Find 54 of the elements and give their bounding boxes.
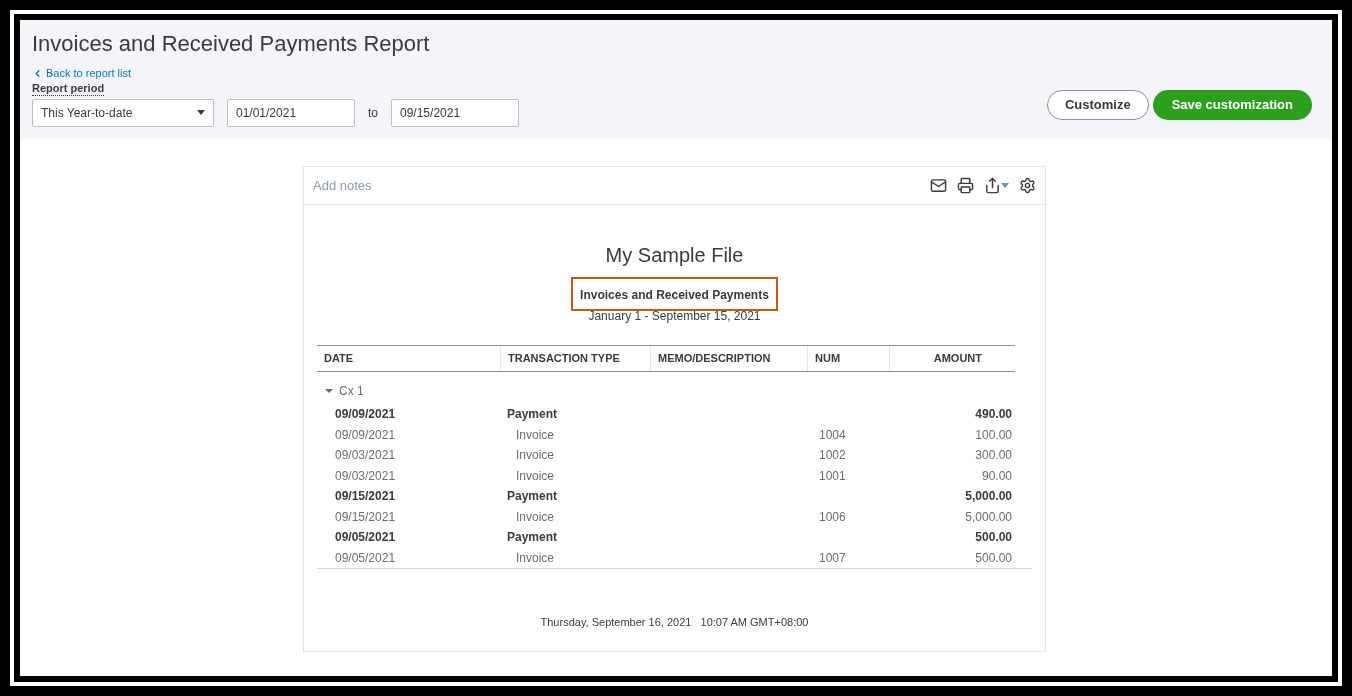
amount-cell-text: 90.00 <box>980 467 1012 485</box>
to-label: to <box>368 104 378 122</box>
group-name: Cx 1 <box>339 383 364 400</box>
amount-cell-text: 5,000.00 <box>964 488 1012 506</box>
report-footer-timestamp: Thursday, September 16, 2021 10:07 AM GMT+08:00 <box>539 615 810 630</box>
date-cell-text: 09/09/2021 <box>334 406 397 424</box>
type-cell-text: Invoice <box>515 508 556 526</box>
amount-cell-text: 490.00 <box>974 406 1012 424</box>
num-cell-text: 1007 <box>818 549 847 567</box>
date-cell-text: 09/15/2021 <box>334 508 397 526</box>
column-header: NUM <box>807 346 889 371</box>
report-title: Invoices and Received Payments <box>580 288 769 302</box>
print-icon[interactable] <box>957 177 974 194</box>
amount-cell-text: 500.00 <box>974 549 1012 567</box>
column-header: DATE <box>323 351 355 367</box>
date-cell-text: 09/03/2021 <box>334 467 397 485</box>
back-link[interactable]: Back to report list <box>32 65 519 82</box>
column-header: TRANSACTION TYPE <box>500 346 650 371</box>
collapse-caret-icon[interactable] <box>325 389 333 393</box>
date-cell-text: 09/03/2021 <box>334 447 397 465</box>
export-icon[interactable] <box>984 177 1009 194</box>
date-cell-text: 09/05/2021 <box>334 529 397 547</box>
type-cell-text: Invoice <box>515 447 556 465</box>
type-cell-text: Payment <box>506 488 559 506</box>
end-date-field[interactable]: 09/15/2021 <box>391 98 519 127</box>
amount-cell-text: 500.00 <box>974 529 1012 547</box>
page-title: Invoices and Received Payments Report <box>32 30 431 58</box>
num-cell-text: 1004 <box>818 426 847 444</box>
amount-cell-text: 5,000.00 <box>964 508 1012 526</box>
date-range: January 1 - September 15, 2021 <box>588 308 761 325</box>
email-icon[interactable] <box>930 177 947 194</box>
type-cell-text: Invoice <box>515 426 556 444</box>
start-date-field[interactable]: 01/01/2021 <box>227 98 355 127</box>
settings-icon[interactable] <box>1019 177 1036 194</box>
type-cell-text: Payment <box>506 406 559 424</box>
notes-field[interactable]: Add notes <box>313 175 513 196</box>
num-cell-text: 1006 <box>818 508 847 526</box>
amount-cell-text: 100.00 <box>974 426 1012 444</box>
num-cell-text: 1002 <box>818 447 847 465</box>
column-header: MEMO/DESCRIPTION <box>650 346 807 371</box>
type-cell-text: Invoice <box>515 549 556 567</box>
num-cell-text: 1001 <box>818 467 847 485</box>
type-cell-text: Invoice <box>515 467 556 485</box>
company-name: My Sample File <box>605 243 744 268</box>
period-dropdown[interactable]: This Year-to-date <box>32 98 214 127</box>
type-cell-text: Payment <box>506 529 559 547</box>
customize-button[interactable]: Customize <box>1046 90 1149 120</box>
date-cell-text: 09/05/2021 <box>334 549 397 567</box>
report-period-label: Report period <box>32 81 105 96</box>
amount-cell-text: 300.00 <box>974 447 1012 465</box>
column-header: AMOUNT <box>889 346 1012 371</box>
caret-icon <box>197 110 205 115</box>
date-cell-text: 09/09/2021 <box>334 426 397 444</box>
date-cell-text: 09/15/2021 <box>334 488 397 506</box>
